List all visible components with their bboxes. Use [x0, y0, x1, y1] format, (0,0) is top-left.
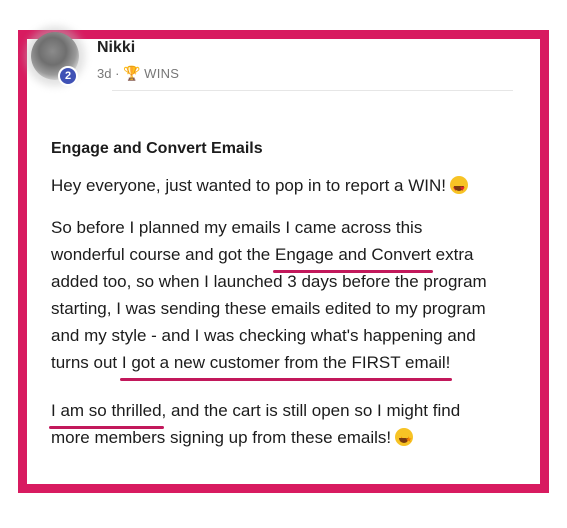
- greeting-text: Hey everyone, just wanted to pop in to r…: [51, 176, 446, 195]
- meta-separator: ·: [115, 66, 120, 81]
- post-time: 3d: [97, 66, 112, 81]
- post-greeting: Hey everyone, just wanted to pop in to r…: [51, 175, 468, 200]
- header-divider: [112, 90, 513, 91]
- heart-eyes-emoji-icon: [449, 176, 468, 200]
- post-category[interactable]: WINS: [144, 66, 179, 81]
- paragraph-line: wonderful course and got the Engage and …: [51, 244, 474, 273]
- line-text: wonderful course and got the: [51, 245, 275, 264]
- trophy-icon: 🏆: [123, 65, 141, 81]
- line-text: more members signing up from these email…: [51, 428, 392, 447]
- avatar[interactable]: 2: [27, 28, 85, 86]
- paragraph-line: So before I planned my emails I came acr…: [51, 218, 423, 237]
- line-text: turns out: [51, 353, 122, 372]
- paragraph-line: and my style - and I was checking what's…: [51, 326, 476, 345]
- post-header: 2 Nikki 3d · 🏆 WINS: [31, 30, 231, 86]
- paragraph-line: added too, so when I launched 3 days bef…: [51, 272, 487, 291]
- paragraph-line: turns out I got a new customer from the …: [51, 352, 453, 381]
- level-badge: 2: [58, 66, 78, 86]
- post-meta: 3d · 🏆 WINS: [97, 65, 179, 82]
- underlined-phrase: I got a new customer from the FIRST emai…: [119, 353, 453, 381]
- line-text: extra: [430, 245, 474, 264]
- paragraph-line: I am so thrilled, and the cart is still …: [49, 400, 461, 429]
- paragraph-line: more members signing up from these email…: [51, 427, 414, 451]
- star-struck-emoji-icon: [395, 428, 414, 451]
- author-name[interactable]: Nikki: [97, 39, 135, 57]
- underlined-phrase: Engage and Convert: [272, 245, 433, 273]
- paragraph-line: starting, I was sending these emails edi…: [51, 299, 486, 318]
- line-text: , and the cart is still open so I might …: [161, 401, 461, 420]
- underlined-phrase: I am so thrilled: [49, 401, 164, 429]
- post-title: Engage and Convert Emails: [51, 140, 263, 157]
